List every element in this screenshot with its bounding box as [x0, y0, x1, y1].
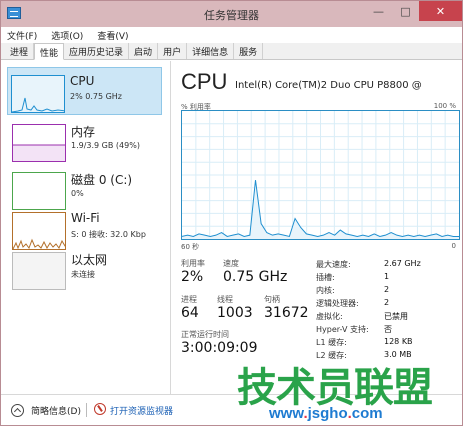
sidebar-ethernet-title: 以太网: [71, 253, 108, 267]
utilization-label: 利用率: [181, 259, 205, 268]
sidebar-item-ethernet[interactable]: 以太网 未连接: [9, 245, 165, 293]
resource-sidebar: CPU 2% 0.75 GHz 内存 1.9/3.9 GB (49%) 磁盘 0…: [1, 61, 171, 394]
panel-title: CPU: [181, 69, 228, 94]
resource-monitor-icon[interactable]: [94, 403, 106, 415]
processes-label: 进程: [181, 295, 197, 304]
axis-label-max: 100 %: [433, 102, 456, 110]
sidebar-wifi-title: Wi-Fi: [71, 211, 100, 225]
watermark-url-suffix: com: [351, 405, 383, 422]
spec-label-l1: L1 缓存:: [316, 338, 347, 347]
cpu-utilization-graph: [181, 110, 460, 240]
spec-value-cores: 2: [384, 285, 390, 294]
tab-app-history[interactable]: 应用历史记录: [64, 43, 130, 59]
sidebar-cpu-sub: 2% 0.75 GHz: [70, 92, 123, 101]
menu-file[interactable]: 文件(F): [7, 29, 37, 42]
spec-label-cores: 内核:: [316, 286, 335, 295]
sidebar-memory-title: 内存: [71, 125, 96, 139]
ethernet-thumbnail-graph: [12, 252, 66, 290]
tab-bar: 进程 性能 应用历史记录 启动 用户 详细信息 服务: [1, 43, 462, 60]
spec-value-sockets: 1: [384, 272, 390, 281]
sidebar-item-memory[interactable]: 内存 1.9/3.9 GB (49%): [9, 117, 165, 165]
watermark-url-prefix: www: [269, 405, 304, 422]
cpu-detail-panel: CPU Intel(R) Core(TM)2 Duo CPU P8800 @ %…: [173, 61, 462, 394]
sidebar-disk-title: 磁盘 0 (C:): [71, 173, 133, 187]
axis-label-60s: 60 秒: [181, 243, 200, 251]
tab-processes[interactable]: 进程: [5, 43, 35, 59]
processes-value: 64: [181, 305, 199, 321]
spec-value-l1: 128 KB: [384, 337, 413, 346]
spec-label-virtualization: 虚拟化:: [316, 312, 343, 321]
axis-label-zero: 0: [451, 242, 456, 250]
spec-label-max-speed: 最大速度:: [316, 260, 351, 269]
task-manager-window: 任务管理器 — □ ✕ 文件(F) 选项(O) 查看(V) 进程 性能 应用历史…: [0, 0, 463, 426]
speed-value: 0.75 GHz: [223, 269, 288, 285]
title-bar[interactable]: 任务管理器 — □ ✕: [1, 1, 462, 27]
spec-label-logical: 逻辑处理器:: [316, 299, 359, 308]
watermark: 技术员联盟 www.jsgho.com: [235, 355, 463, 426]
spec-label-sockets: 插槽:: [316, 273, 335, 282]
close-button[interactable]: ✕: [419, 1, 462, 21]
utilization-value: 2%: [181, 269, 204, 285]
minimize-button[interactable]: —: [365, 1, 392, 21]
sidebar-memory-sub: 1.9/3.9 GB (49%): [71, 141, 140, 150]
sidebar-item-cpu[interactable]: CPU 2% 0.75 GHz: [7, 67, 162, 115]
tab-details[interactable]: 详细信息: [187, 43, 235, 59]
handles-value: 31672: [264, 305, 309, 321]
tab-services[interactable]: 服务: [234, 43, 264, 59]
open-resource-monitor-link[interactable]: 打开资源监视器: [110, 404, 173, 417]
menu-view[interactable]: 查看(V): [97, 29, 128, 42]
footer-divider: [86, 403, 87, 417]
threads-label: 线程: [217, 295, 233, 304]
tab-startup[interactable]: 启动: [129, 43, 159, 59]
menu-bar: 文件(F) 选项(O) 查看(V): [1, 27, 462, 43]
sidebar-cpu-title: CPU: [70, 74, 95, 88]
maximize-button[interactable]: □: [392, 1, 419, 21]
handles-label: 句柄: [264, 295, 280, 304]
threads-value: 1003: [217, 305, 253, 321]
sidebar-ethernet-sub: 未连接: [71, 270, 95, 279]
sidebar-wifi-sub: S: 0 接收: 32.0 Kbp: [71, 230, 146, 239]
memory-thumbnail-graph: [12, 124, 66, 162]
spec-value-max-speed: 2.67 GHz: [384, 259, 421, 268]
menu-options[interactable]: 选项(O): [51, 29, 83, 42]
cpu-thumbnail-graph: [11, 75, 65, 113]
less-details-button[interactable]: 简略信息(D): [31, 404, 81, 417]
tab-performance[interactable]: 性能: [34, 43, 65, 60]
chevron-up-icon[interactable]: [11, 404, 24, 417]
spec-value-logical: 2: [384, 298, 390, 307]
speed-label: 速度: [223, 259, 239, 268]
watermark-url-domain: jsgho: [307, 405, 348, 422]
cpu-model-name: Intel(R) Core(TM)2 Duo CPU P8800 @: [235, 80, 422, 91]
spec-value-virtualization: 已禁用: [384, 312, 408, 321]
tab-users[interactable]: 用户: [158, 43, 188, 59]
spec-label-hyperv: Hyper-V 支持:: [316, 325, 369, 334]
spec-value-hyperv: 否: [384, 325, 392, 334]
window-controls: — □ ✕: [365, 1, 462, 21]
cpu-graph-svg: [181, 111, 459, 239]
sidebar-disk-sub: 0%: [71, 189, 84, 198]
uptime-value: 3:00:09:09: [181, 340, 258, 356]
watermark-url: www.jsgho.com: [269, 405, 383, 422]
uptime-label: 正常运行时间: [181, 330, 229, 339]
